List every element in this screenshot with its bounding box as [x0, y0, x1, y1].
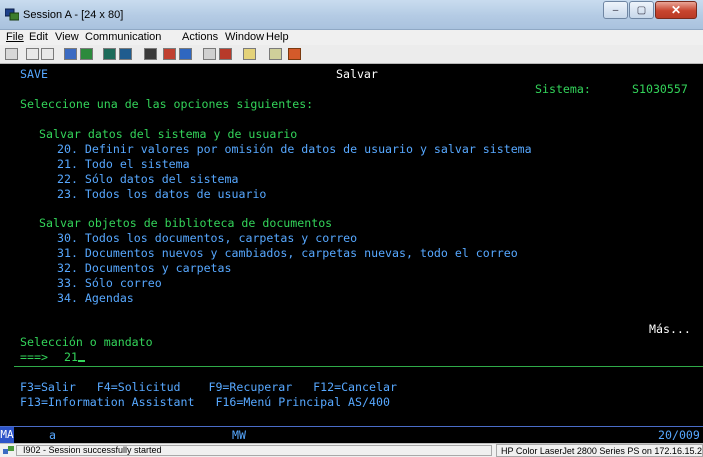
window-title: Session A - [24 x 80] [23, 9, 124, 21]
oia-ma-indicator: MA [0, 427, 14, 443]
printer-status: HP Color LaserJet 2800 Series PS on 172.… [496, 444, 703, 457]
menu-view-label: View [55, 31, 79, 43]
color-icon[interactable] [219, 48, 232, 60]
play-icon[interactable] [163, 48, 176, 60]
option-30: 30. Todos los documentos, carpetas y cor… [57, 231, 358, 245]
option-31: 31. Documentos nuevos y cambiados, carpe… [57, 246, 518, 260]
maximize-button[interactable]: ▢ [629, 1, 654, 19]
send-icon[interactable] [64, 48, 77, 60]
status-bar: I902 - Session successfully started HP C… [0, 443, 703, 457]
macro-icon[interactable] [119, 48, 132, 60]
prompt-label: Selección o mandato [20, 335, 153, 349]
receive-icon[interactable] [80, 48, 93, 60]
terminal-screen[interactable]: SAVE Salvar Sistema: S1030557 Seleccione… [0, 64, 703, 426]
stop-icon[interactable] [179, 48, 192, 60]
more-indicator: Más... [649, 322, 691, 336]
system-value: S1030557 [632, 82, 688, 96]
menu-window[interactable]: Window [225, 31, 264, 43]
emulator-app-icon[interactable] [5, 8, 19, 21]
record-icon[interactable] [144, 48, 157, 60]
option-34: 34. Agendas [57, 291, 134, 305]
menu-window-label: Window [225, 31, 265, 43]
command-input[interactable]: 21 [64, 350, 85, 365]
option-22: 22. Sólo datos del sistema [57, 172, 239, 186]
oia-a-indicator: a [49, 428, 56, 442]
option-33: 33. Sólo correo [57, 276, 162, 290]
connection-icon [3, 446, 14, 454]
menu-file[interactable]: File [6, 31, 24, 43]
display-icon[interactable] [103, 48, 116, 60]
menu-file-label: File [6, 31, 24, 43]
screen-title: Salvar [336, 67, 378, 81]
menu-actions-label: Actions [182, 31, 219, 43]
menu-help[interactable]: Help [266, 31, 289, 43]
option-32: 32. Documentos y carpetas [57, 261, 232, 275]
help-icon[interactable] [243, 48, 256, 60]
prompt-arrow: ===> [20, 350, 48, 364]
group-documents-heading: Salvar objetos de biblioteca de document… [39, 216, 333, 230]
print-screen-icon[interactable] [5, 48, 18, 60]
toolbar [0, 45, 703, 64]
option-23: 23. Todos los datos de usuario [57, 187, 267, 201]
menu-help-label: Help [266, 31, 289, 43]
close-button[interactable]: ✕ [655, 1, 697, 19]
option-20: 20. Definir valores por omisión de datos… [57, 142, 532, 156]
paste-icon[interactable] [41, 48, 54, 60]
menu-edit-label: Edit [29, 31, 48, 43]
command-input-value: 21 [64, 350, 78, 364]
palette-icon[interactable] [269, 48, 282, 60]
screen-command: SAVE [20, 67, 48, 81]
instruction-text: Seleccione una de las opciones siguiente… [20, 97, 314, 111]
title-bar[interactable]: Session A - [24 x 80] – ▢ ✕ [0, 0, 703, 30]
function-keys-line2: F13=Information Assistant F16=Menú Princ… [20, 395, 390, 409]
menu-edit[interactable]: Edit [29, 31, 48, 43]
customize-icon[interactable] [288, 48, 301, 60]
function-keys-line1: F3=Salir F4=Solicitud F9=Recuperar F12=C… [20, 380, 397, 394]
separator-line [14, 366, 703, 367]
system-label: Sistema: [535, 82, 591, 96]
copy-icon[interactable] [26, 48, 39, 60]
menu-bar: File Edit View Communication Actions Win… [0, 30, 703, 45]
text-cursor [77, 360, 85, 362]
oia-mw-indicator: MW [232, 428, 246, 442]
menu-communication[interactable]: Communication [85, 31, 161, 43]
minimize-button[interactable]: – [603, 1, 628, 19]
status-message: I902 - Session successfully started [23, 445, 162, 455]
menu-communication-label: Communication [85, 31, 162, 43]
menu-actions[interactable]: Actions [182, 31, 218, 43]
option-21: 21. Todo el sistema [57, 157, 190, 171]
cursor-position: 20/009 [658, 428, 700, 442]
menu-view[interactable]: View [55, 31, 79, 43]
group-system-user-heading: Salvar datos del sistema y de usuario [39, 127, 298, 141]
keyboard-icon[interactable] [203, 48, 216, 60]
operator-info-area: MA a MW 20/009 [0, 426, 703, 443]
